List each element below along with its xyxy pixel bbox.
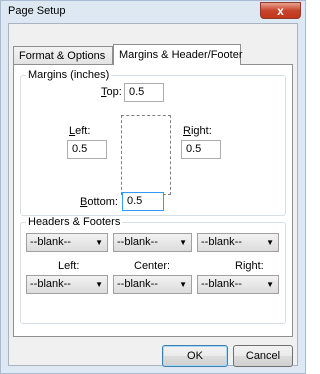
left-margin-input[interactable]: 0.5: [67, 140, 107, 159]
dialog-body: Format & Options Margins & Header/Footer…: [8, 23, 298, 367]
footer-left-label: Left:: [58, 260, 80, 272]
chevron-down-icon: ▼: [266, 280, 274, 289]
footer-right-select[interactable]: --blank-- ▼: [197, 275, 279, 294]
right-label-text: ight:: [190, 125, 212, 137]
right-label: Right:: [183, 125, 212, 137]
top-label-text: op:: [106, 86, 122, 98]
right-label-accel: R: [183, 125, 191, 137]
chevron-down-icon: ▼: [95, 280, 103, 289]
tab-panel-margins: Margins (inches) Top: 0.5 Left: 0.5 Righ…: [13, 64, 293, 337]
footer-left-value: --blank--: [30, 278, 71, 290]
dialog-title: Page Setup: [8, 5, 66, 17]
footer-center-select[interactable]: --blank-- ▼: [113, 275, 192, 294]
footer-left-select[interactable]: --blank-- ▼: [26, 275, 108, 294]
footer-right-value: --blank--: [201, 278, 242, 290]
chevron-down-icon: ▼: [179, 280, 187, 289]
headers-footers-group-label: Headers & Footers: [26, 216, 123, 228]
margins-group: Margins (inches) Top: 0.5 Left: 0.5 Righ…: [20, 69, 286, 216]
close-button[interactable]: x: [260, 2, 301, 19]
header-right-value: --blank--: [201, 236, 242, 248]
cancel-button[interactable]: Cancel: [233, 345, 293, 367]
chevron-down-icon: ▼: [179, 238, 187, 247]
header-center-select[interactable]: --blank-- ▼: [113, 233, 192, 252]
left-label-text: eft:: [75, 125, 91, 137]
page-preview: [121, 115, 171, 195]
title-bar: Page Setup x: [1, 1, 305, 22]
header-left-select[interactable]: --blank-- ▼: [26, 233, 108, 252]
footer-center-value: --blank--: [117, 278, 158, 290]
right-margin-input[interactable]: 0.5: [181, 140, 221, 159]
left-label: Left:: [69, 125, 90, 137]
top-label: Top:: [101, 86, 122, 98]
top-margin-input[interactable]: 0.5: [124, 83, 164, 102]
header-right-select[interactable]: --blank-- ▼: [197, 233, 279, 252]
page-setup-dialog: Page Setup x Format & Options Margins & …: [0, 0, 306, 374]
footer-center-label: Center:: [134, 260, 171, 272]
chevron-down-icon: ▼: [95, 238, 103, 247]
header-center-value: --blank--: [117, 236, 158, 248]
headers-footers-group: Headers & Footers --blank-- ▼ --blank-- …: [20, 216, 286, 324]
tab-format-options[interactable]: Format & Options: [13, 46, 113, 64]
tab-margins-header-footer[interactable]: Margins & Header/Footer: [113, 44, 243, 65]
header-left-value: --blank--: [30, 236, 71, 248]
bottom-label: Bottom:: [80, 196, 118, 208]
chevron-down-icon: ▼: [266, 238, 274, 247]
close-icon: x: [277, 4, 284, 18]
bottom-margin-input[interactable]: 0.5: [122, 192, 164, 211]
footer-right-label: Right:: [235, 260, 264, 272]
ok-button[interactable]: OK: [162, 345, 228, 367]
margins-group-label: Margins (inches): [26, 69, 112, 81]
bottom-label-text: ottom:: [87, 196, 118, 208]
